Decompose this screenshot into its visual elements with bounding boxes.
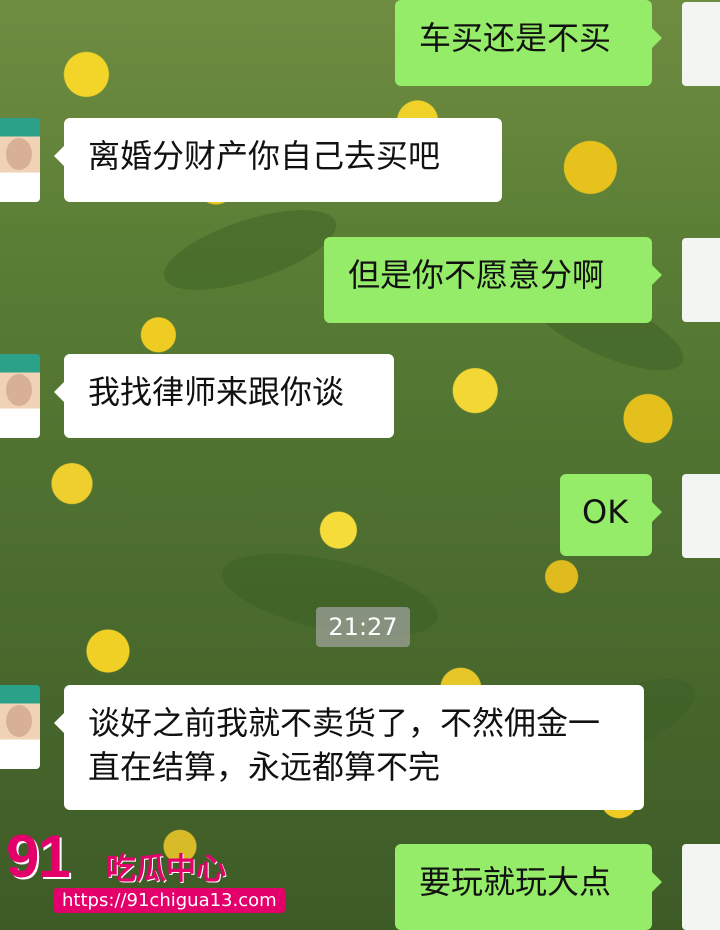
- message-bubble-received[interactable]: 我找律师来跟你谈: [54, 354, 394, 438]
- timestamp: 21:27: [316, 607, 410, 647]
- message-bubble-received[interactable]: 离婚分财产你自己去买吧: [54, 118, 502, 202]
- avatar[interactable]: [682, 474, 720, 558]
- watermark: 91 吃瓜中心 https://91chigua13.com: [6, 822, 285, 922]
- watermark-url[interactable]: https://91chigua13.com: [54, 888, 285, 913]
- watermark-logo: 91: [6, 823, 71, 890]
- message-bubble-sent[interactable]: 要玩就玩大点: [395, 844, 662, 930]
- avatar[interactable]: [0, 685, 40, 769]
- message-bubble-sent[interactable]: 但是你不愿意分啊: [324, 237, 662, 323]
- avatar[interactable]: [682, 2, 720, 86]
- avatar-face: [6, 705, 32, 737]
- watermark-title: 吃瓜中心: [106, 852, 226, 887]
- avatar-face: [6, 138, 32, 170]
- message-bubble-sent[interactable]: OK: [560, 474, 662, 556]
- avatar[interactable]: [0, 118, 40, 202]
- message-bubble-received[interactable]: 谈好之前我就不卖货了，不然佣金一直在结算，永远都算不完: [54, 685, 644, 810]
- avatar[interactable]: [682, 238, 720, 322]
- avatar[interactable]: [682, 844, 720, 930]
- message-bubble-sent[interactable]: 车买还是不买: [395, 0, 662, 86]
- avatar-face: [6, 374, 32, 406]
- background-leaf: [155, 193, 345, 307]
- avatar[interactable]: [0, 354, 40, 438]
